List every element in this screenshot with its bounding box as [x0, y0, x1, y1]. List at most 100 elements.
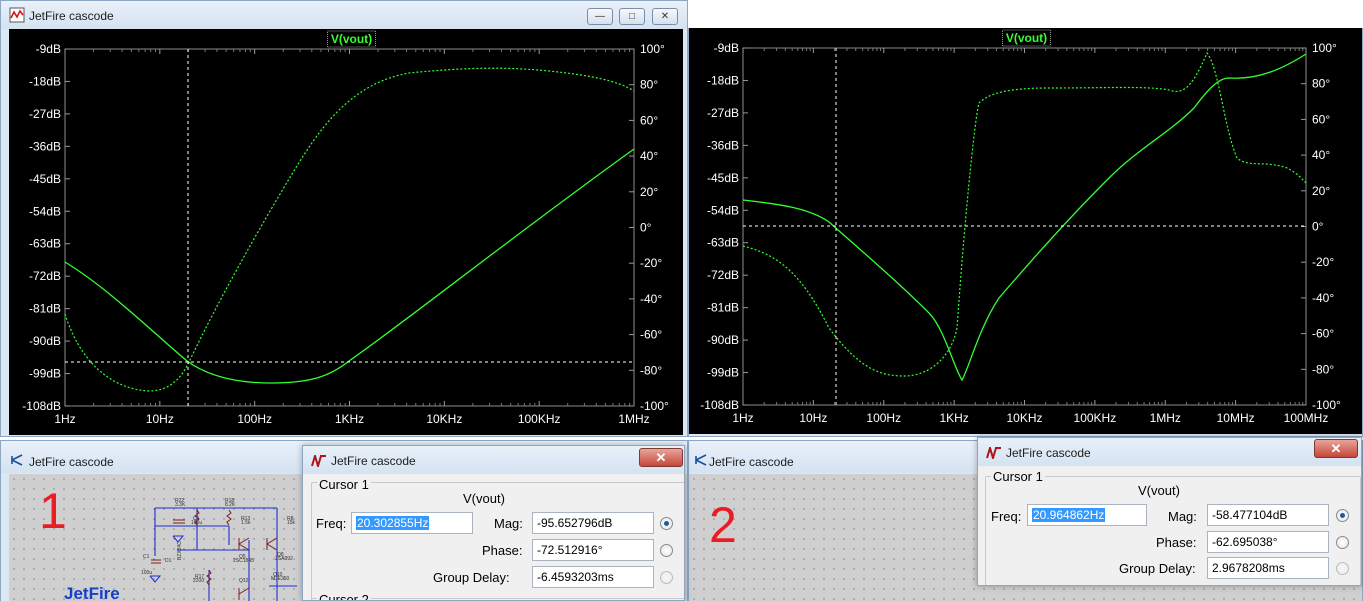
- dialog-title-bar[interactable]: JetFire cascode ✕: [303, 446, 684, 474]
- phase-radio[interactable]: [1336, 536, 1349, 549]
- schematic-icon: [695, 454, 707, 466]
- phase-value: -62.695038°: [1212, 535, 1278, 549]
- freq-field[interactable]: 20.964862Hz: [1027, 504, 1147, 526]
- signal-name: V(vout): [1138, 483, 1180, 498]
- title-bar[interactable]: JetFire cascode — □ ✕: [1, 1, 687, 29]
- group-delay-radio[interactable]: [660, 571, 673, 584]
- svg-text:2SA992: 2SA992: [275, 556, 293, 562]
- y-left-tick-label: -27dB: [29, 107, 61, 121]
- plot-frame: [64, 48, 635, 407]
- plot-canvas[interactable]: 1Hz 10Hz 100Hz 1KHz 10KHz 100KHz 1MHz 10MHz 100M…: [689, 28, 1363, 434]
- trace-label[interactable]: V(vout): [1006, 31, 1047, 45]
- group-delay-radio[interactable]: [1336, 562, 1349, 575]
- y-left-tick-label: -72dB: [707, 268, 739, 282]
- svg-text:15k: 15k: [287, 520, 296, 526]
- y-left-tick-label: -90dB: [707, 333, 739, 347]
- y-right-tick-label: -100°: [640, 399, 669, 413]
- svg-text:C1: C1: [143, 554, 150, 560]
- phase-field[interactable]: -72.512916°: [532, 539, 654, 561]
- y-right-tick-label: -80°: [640, 363, 662, 377]
- y-left-tick-label: -90dB: [29, 334, 61, 348]
- y-right-tick-label: -40°: [1312, 291, 1334, 305]
- dialog-title: JetFire cascode: [1006, 446, 1091, 460]
- x-tick-label: 100KHz: [1074, 411, 1117, 425]
- mag-label: Mag:: [494, 516, 523, 531]
- group-delay-field[interactable]: 2.9678208ms: [1207, 557, 1329, 579]
- freq-value: 20.302855Hz: [356, 516, 430, 530]
- y-right-tick-label: -60°: [640, 328, 662, 342]
- minimize-button[interactable]: —: [587, 8, 613, 25]
- schematic-text: JetFire: [64, 584, 120, 601]
- close-button[interactable]: ✕: [1314, 439, 1358, 458]
- y-right-tick-label: 60°: [640, 113, 658, 127]
- phase-trace[interactable]: [742, 51, 1307, 377]
- x-tick-label: 1KHz: [939, 411, 968, 425]
- y-right-tick-label: 0°: [1312, 220, 1324, 234]
- mag-radio[interactable]: [660, 517, 673, 530]
- y-left-tick-label: -18dB: [29, 74, 61, 88]
- phase-radio[interactable]: [660, 544, 673, 557]
- waveform-icon: [9, 7, 25, 23]
- x-tick-label: 100KHz: [518, 412, 561, 426]
- bode-plot[interactable]: 1Hz 10Hz 100Hz 1KHz 10KHz 100KHz 1MHz -9dB -18dB…: [9, 29, 683, 435]
- phase-label: Phase:: [482, 543, 523, 558]
- y-right-tick-label: 80°: [1312, 77, 1330, 91]
- y-left-tick-label: -108dB: [22, 399, 61, 413]
- x-tick-label: 10KHz: [426, 412, 462, 426]
- mag-label: Mag:: [1168, 509, 1197, 524]
- x-tick-label: 100Hz: [866, 411, 901, 425]
- ltspice-logo-icon: [311, 455, 326, 467]
- group-delay-field[interactable]: -6.4593203ms: [532, 566, 654, 588]
- y-right-tick-label: -20°: [1312, 255, 1334, 269]
- freq-label: Freq:: [316, 516, 347, 531]
- y-right-tick-label: 60°: [1312, 112, 1330, 126]
- dialog-title: JetFire cascode: [331, 454, 416, 468]
- y-right-tick-label: 40°: [640, 149, 658, 163]
- cursor-2-label: Cursor 2: [317, 592, 371, 600]
- y-left-tick-label: -54dB: [29, 204, 61, 218]
- magnitude-trace[interactable]: [64, 148, 635, 384]
- y-right-tick-label: -100°: [1312, 398, 1341, 412]
- y-left-tick-label: -9dB: [36, 42, 61, 56]
- phase-trace[interactable]: [64, 67, 635, 392]
- phase-field[interactable]: -62.695038°: [1207, 531, 1329, 553]
- plot-window-right[interactable]: 1Hz 10Hz 100Hz 1KHz 10KHz 100KHz 1MHz 10MHz 100M…: [688, 28, 1363, 437]
- y-left-tick-label: -27dB: [707, 106, 739, 120]
- freq-field[interactable]: 20.302855Hz: [351, 512, 473, 534]
- y-right-tick-label: -40°: [640, 292, 662, 306]
- group-label: Cursor 1: [991, 469, 1045, 484]
- svg-text:BZX84C: BZX84C: [177, 541, 183, 560]
- svg-text:MJE350: MJE350: [271, 576, 290, 582]
- group-delay-label: Group Delay:: [1119, 561, 1196, 576]
- y-left-tick-label: -72dB: [29, 269, 61, 283]
- dialog-title-bar[interactable]: JetFire cascode ✕: [978, 438, 1361, 466]
- bode-plot[interactable]: 1Hz 10Hz 100Hz 1KHz 10KHz 100KHz 1MHz 10MHz 100M…: [689, 28, 1363, 434]
- plot-canvas[interactable]: 1Hz 10Hz 100Hz 1KHz 10KHz 100KHz 1MHz -9dB -18dB…: [9, 29, 683, 435]
- maximize-button[interactable]: □: [619, 8, 645, 25]
- y-right-tick-label: 0°: [640, 221, 652, 235]
- mag-radio[interactable]: [1336, 509, 1349, 522]
- freq-value: 20.964862Hz: [1032, 508, 1106, 522]
- y-left-tick-label: -36dB: [707, 138, 739, 152]
- window-title: JetFire cascode: [29, 455, 114, 469]
- close-button[interactable]: ✕: [652, 8, 678, 25]
- y-right-tick-label: -20°: [640, 256, 662, 270]
- svg-text:2SC1845: 2SC1845: [233, 558, 254, 564]
- plot-window-left[interactable]: JetFire cascode — □ ✕ 1Hz 10Hz 100Hz 1KHz 10…: [0, 0, 688, 437]
- mag-field[interactable]: -58.477104dB: [1207, 504, 1329, 526]
- svg-text:100u: 100u: [141, 570, 152, 576]
- y-left-tick-label: -36dB: [29, 139, 61, 153]
- magnitude-trace[interactable]: [742, 53, 1307, 382]
- close-button[interactable]: ✕: [639, 448, 683, 467]
- x-tick-label: 10MHz: [1217, 411, 1255, 425]
- cursor-dialog[interactable]: JetFire cascode ✕ Cursor 1 V(vout) Freq:…: [977, 437, 1362, 586]
- cursor-dialog[interactable]: JetFire cascode ✕ Cursor 1 V(vout) Freq:…: [302, 445, 685, 601]
- ltspice-logo-icon: [986, 447, 1001, 459]
- trace-label[interactable]: V(vout): [331, 32, 372, 46]
- group-delay-value: 2.9678208ms: [1212, 561, 1285, 575]
- y-left-tick-label: -9dB: [714, 41, 739, 55]
- mag-field[interactable]: -95.652796dB: [532, 512, 654, 534]
- y-right-tick-label: 40°: [1312, 148, 1330, 162]
- y-left-tick-label: -108dB: [700, 398, 739, 412]
- group-delay-label: Group Delay:: [433, 570, 510, 585]
